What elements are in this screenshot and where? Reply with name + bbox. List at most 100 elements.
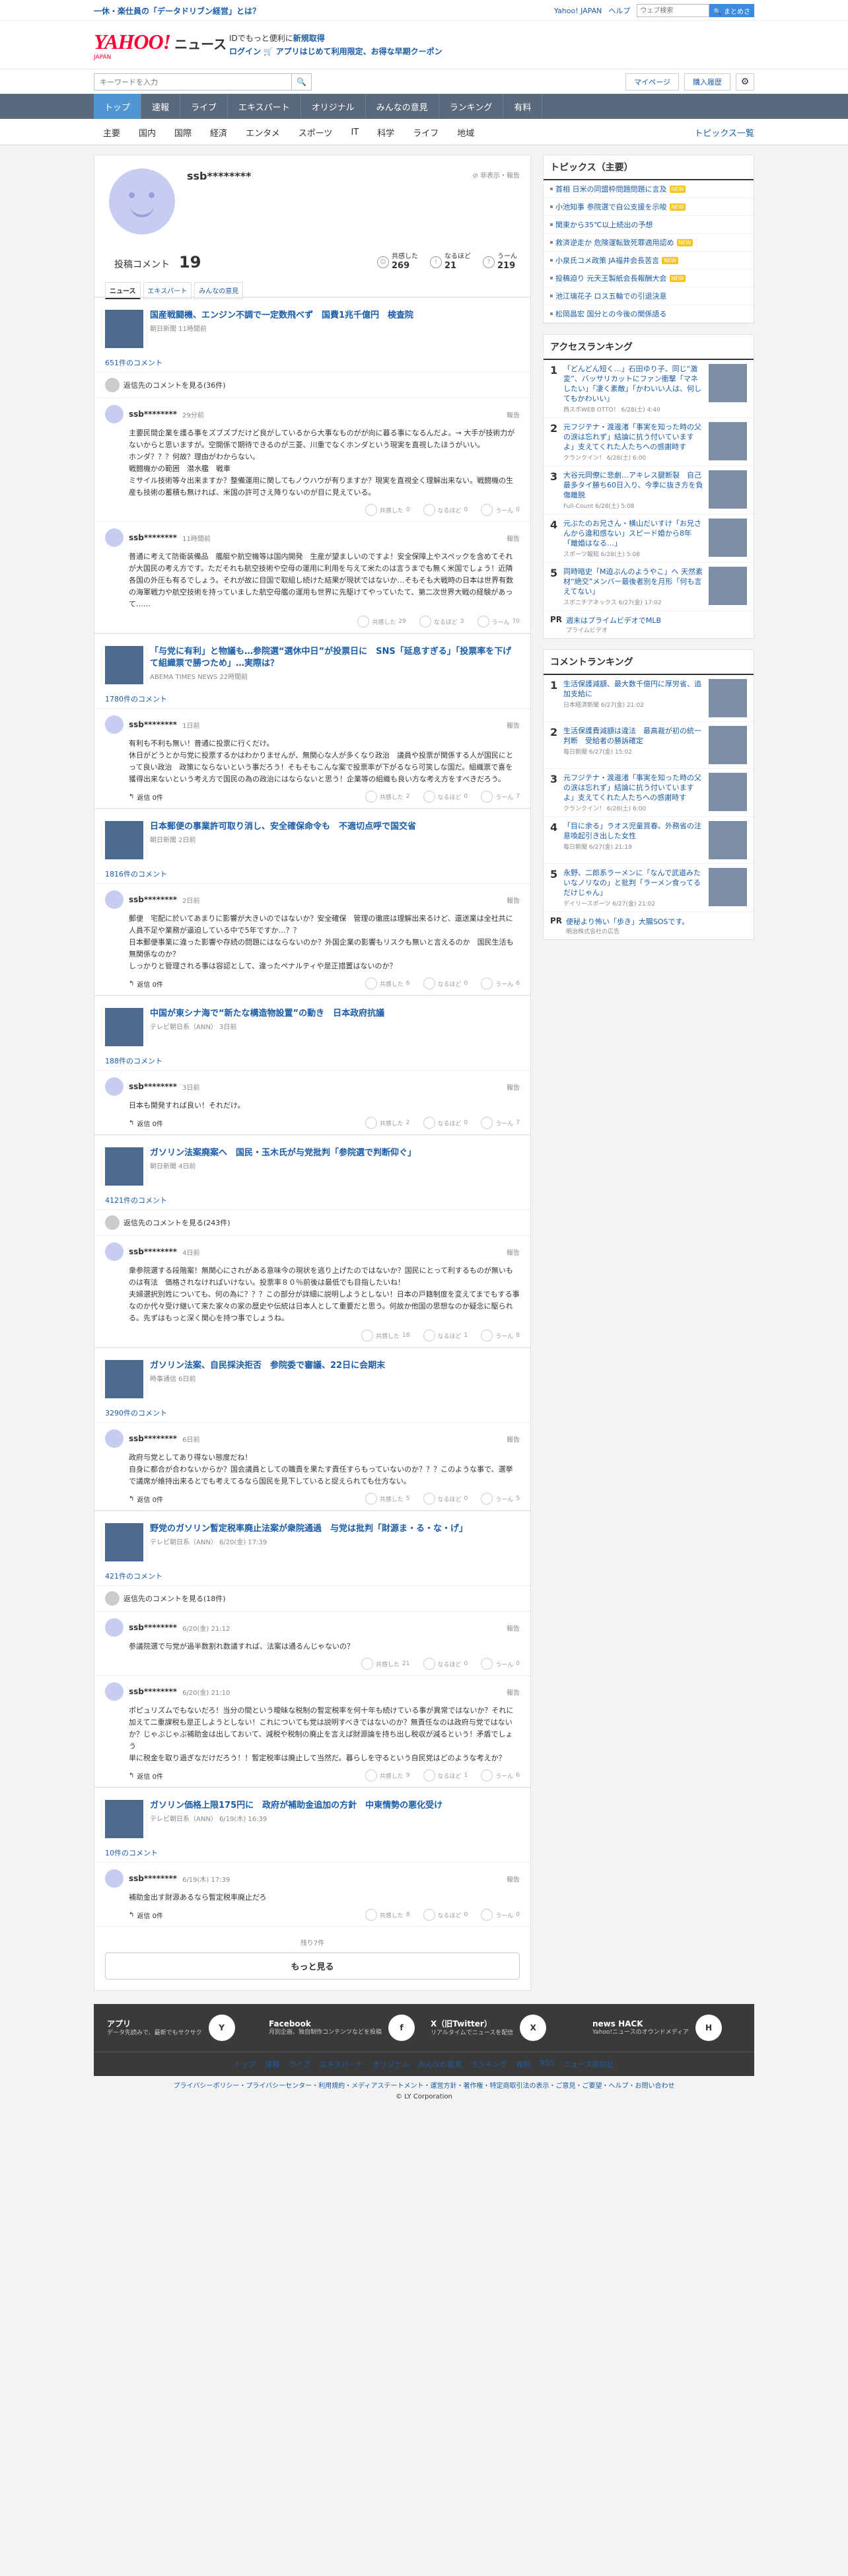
view-reply-source[interactable]: 返信先のコメントを見る(243件) xyxy=(94,1210,530,1236)
footer-link[interactable]: トップ xyxy=(234,2059,256,2069)
ranking-item[interactable]: 3 大谷元同僚に悲劇…アキレス腱断裂 自己最多タイ勝ち60日入り、今季に抜き方を負… xyxy=(544,466,754,515)
topic-item[interactable]: 首相 日米の同盟枠問題問題に言及 NEW xyxy=(544,180,754,198)
yahoo-japan-link[interactable]: Yahoo! JAPAN xyxy=(554,7,602,15)
article-thumbnail[interactable] xyxy=(105,310,143,348)
article-title[interactable]: ガソリン法案廃案へ 国民・玉木氏が与党批判「参院選で判断仰ぐ」 xyxy=(150,1147,416,1159)
comment-author[interactable]: ssb******** xyxy=(129,1082,177,1091)
reply-button[interactable]: ↰ 返信 0件 xyxy=(129,792,163,802)
footer-link[interactable]: ライブ xyxy=(289,2059,310,2069)
comment-author[interactable]: ssb******** xyxy=(129,533,177,542)
comment-author[interactable]: ssb******** xyxy=(129,1874,177,1883)
gear-icon[interactable]: ⚙ xyxy=(736,73,754,90)
article-item[interactable]: 日本郵便の事業許可取り消し、安全確保命令も 不適切点呼で国交省 朝日新聞 2日前 xyxy=(94,808,530,865)
footer-link[interactable]: エキスパート xyxy=(320,2059,363,2069)
reaction-hmm[interactable]: うーん 5 xyxy=(481,1493,520,1505)
footer-link[interactable]: みんなの意見 xyxy=(418,2059,462,2069)
tab-opinion[interactable]: みんなの意見 xyxy=(194,282,244,299)
topic-item[interactable]: 救済逆走か 危険運転致死罪適用認め NEW xyxy=(544,234,754,252)
ranking-item[interactable]: 4 「目に余る」ラオス児童買春、外務省の注意喚起引き出した女性 毎日新聞 6/27(… xyxy=(544,817,754,864)
mypage-button[interactable]: マイページ xyxy=(625,73,679,90)
article-title[interactable]: 中国が東シナ海で“新たな構造物設置”の動き 日本政府抗議 xyxy=(150,1008,384,1020)
cat-entertainment[interactable]: エンタメ xyxy=(236,126,289,139)
reaction-hmm[interactable]: うーん 6 xyxy=(481,978,520,989)
help-link[interactable]: ヘルプ xyxy=(608,5,630,16)
report-link[interactable]: 報告 xyxy=(507,1623,520,1633)
reaction-hmm[interactable]: うーん 7 xyxy=(481,1117,520,1129)
cat-economy[interactable]: 経済 xyxy=(201,126,236,139)
topic-item[interactable]: 小泉氏コメ政策 JA福井会長苦言 NEW xyxy=(544,252,754,269)
article-thumbnail[interactable] xyxy=(105,1008,143,1046)
reaction-empathy[interactable]: 共感した 0 xyxy=(365,504,410,516)
gnav-expert[interactable]: エキスパート xyxy=(228,94,301,119)
gnav-original[interactable]: オリジナル xyxy=(301,94,366,119)
coupon-link[interactable]: アプリはじめて利用限定、お得な早期クーポン xyxy=(276,47,442,56)
article-item[interactable]: ガソリン法案廃案へ 国民・玉木氏が与党批判「参院選で判断仰ぐ」 朝日新聞 4日前 xyxy=(94,1135,530,1191)
search-icon[interactable]: 🔍 xyxy=(292,73,312,90)
comment-count-link[interactable]: 10件のコメント xyxy=(94,1843,530,1863)
article-title[interactable]: ガソリン法案、自民採決拒否 参院委で審議、22日に会期末 xyxy=(150,1360,385,1372)
reaction-hmm[interactable]: うーん 70 xyxy=(477,616,520,627)
article-item[interactable]: ガソリン法案、自民採決拒否 参院委で審議、22日に会期末 時事通信 6日前 xyxy=(94,1347,530,1404)
view-reply-source[interactable]: 返信先のコメントを見る(36件) xyxy=(94,373,530,398)
footer-link[interactable]: 有料 xyxy=(516,2059,531,2069)
report-link[interactable]: 報告 xyxy=(507,410,520,419)
footer-app[interactable]: news HACK Yahoo!ニュースのオウンドメディア H xyxy=(592,2015,741,2041)
gnav-opinion[interactable]: みんなの意見 xyxy=(366,94,439,119)
reply-button[interactable]: ↰ 返信 0件 xyxy=(129,1771,163,1781)
comment-count-link[interactable]: 651件のコメント xyxy=(94,353,530,373)
reaction-hmm[interactable]: うーん 6 xyxy=(481,1770,520,1781)
comment-author[interactable]: ssb******** xyxy=(129,720,177,729)
gnav-live[interactable]: ライブ xyxy=(180,94,229,119)
comment-author[interactable]: ssb******** xyxy=(129,1434,177,1443)
reaction-empathy[interactable]: 共感した 21 xyxy=(361,1658,410,1670)
cat-science[interactable]: 科学 xyxy=(368,126,404,139)
reaction-empathy[interactable]: 共感した 6 xyxy=(365,978,410,989)
article-thumbnail[interactable] xyxy=(105,1147,143,1186)
ranking-item[interactable]: 1 生活保護減額、最大数千億円に厚労省、追加支給に 日本経済新聞 6/27(金) 2… xyxy=(544,675,754,722)
comment-count-link[interactable]: 4121件のコメント xyxy=(94,1191,530,1210)
promo-link[interactable]: 一休・楽仕員の「データドリブン経営」とは？ xyxy=(94,5,260,17)
report-link[interactable]: 報告 xyxy=(507,1874,520,1884)
footer-link[interactable]: ランキング xyxy=(471,2059,507,2069)
cat-region[interactable]: 地域 xyxy=(448,126,483,139)
ranking-item[interactable]: 1 「どんどん短く…」石田ゆり子、同じ“激変”、バッサリカットにファン衝撃「マネし… xyxy=(544,360,754,418)
comment-count-link[interactable]: 1780件のコメント xyxy=(94,690,530,709)
reaction-empathy[interactable]: 共感した 2 xyxy=(365,791,410,803)
reaction-hmm[interactable]: うーん 0 xyxy=(481,504,520,516)
article-thumbnail[interactable] xyxy=(105,646,143,684)
report-link[interactable]: 報告 xyxy=(507,720,520,730)
reaction-indeed[interactable]: なるほど 0 xyxy=(423,1909,468,1921)
reaction-indeed[interactable]: なるほど 0 xyxy=(423,504,468,516)
reaction-empathy[interactable]: 共感した 2 xyxy=(365,1117,410,1129)
topics-list-link[interactable]: トピックス一覧 xyxy=(694,126,754,139)
article-item[interactable]: ガソリン価格上限175円に 政府が補助金追加の方針 中東情勢の悪化受け テレビ朝日… xyxy=(94,1787,530,1843)
ranking-item[interactable]: 3 元フジテナ・渡邊渚「事実を知った時の父の涙は忘れず」結論に抗う付いていますよ」… xyxy=(544,769,754,817)
gnav-paid[interactable]: 有料 xyxy=(503,94,543,119)
report-link[interactable]: 報告 xyxy=(507,895,520,905)
web-search-input[interactable] xyxy=(637,4,710,17)
footer-app[interactable]: Facebook 月別企画、独自制作コンテンツなどを投稿 f xyxy=(269,2015,417,2041)
legal-links[interactable]: プライバシーポリシー・プライバシーセンター・利用規約・メディアステートメント・運… xyxy=(94,2081,754,2092)
comment-count-link[interactable]: 188件のコメント xyxy=(94,1052,530,1071)
article-title[interactable]: 野党のガソリン暫定税率廃止法案が衆院通過 与党は批判「財源ま・る・な・げ」 xyxy=(150,1523,468,1535)
topic-item[interactable]: 投稿迫り 元天王製紙会長報酬大会 NEW xyxy=(544,269,754,287)
reaction-indeed[interactable]: なるほど 0 xyxy=(423,1493,468,1505)
reaction-indeed[interactable]: なるほど 0 xyxy=(423,791,468,803)
article-title[interactable]: ガソリン価格上限175円に 政府が補助金追加の方針 中東情勢の悪化受け xyxy=(150,1800,442,1812)
footer-link[interactable]: ニュース提供社 xyxy=(563,2059,614,2069)
more-button[interactable]: もっと見る xyxy=(105,1952,520,1980)
gnav-top[interactable]: トップ xyxy=(94,94,142,119)
article-item[interactable]: 中国が東シナ海で“新たな構造物設置”の動き 日本政府抗議 テレビ朝日系（ANN） … xyxy=(94,995,530,1052)
article-item[interactable]: 「与党に有利」と物議も…参院選“選休中日”が投票日に SNS「延息すぎる」「投票… xyxy=(94,633,530,690)
hide-report-link[interactable]: ⊘ 非表示・報告 xyxy=(472,170,520,180)
reply-button[interactable]: ↰ 返信 0件 xyxy=(129,1910,163,1920)
reply-button[interactable]: ↰ 返信 0件 xyxy=(129,1494,163,1504)
article-title[interactable]: 「与党に有利」と物議も…参院選“選休中日”が投票日に SNS「延息すぎる」「投票… xyxy=(150,646,520,670)
gnav-flash[interactable]: 速報 xyxy=(141,94,181,119)
tab-news[interactable]: ニュース xyxy=(105,282,141,299)
view-reply-source[interactable]: 返信先のコメントを見る(18件) xyxy=(94,1586,530,1612)
reaction-indeed[interactable]: なるほど 1 xyxy=(423,1330,468,1342)
report-link[interactable]: 報告 xyxy=(507,1434,520,1444)
article-thumbnail[interactable] xyxy=(105,821,143,859)
article-title[interactable]: 国産戦闘機、エンジン不調で一定数飛べず 国費1兆千億円 検査院 xyxy=(150,310,413,322)
